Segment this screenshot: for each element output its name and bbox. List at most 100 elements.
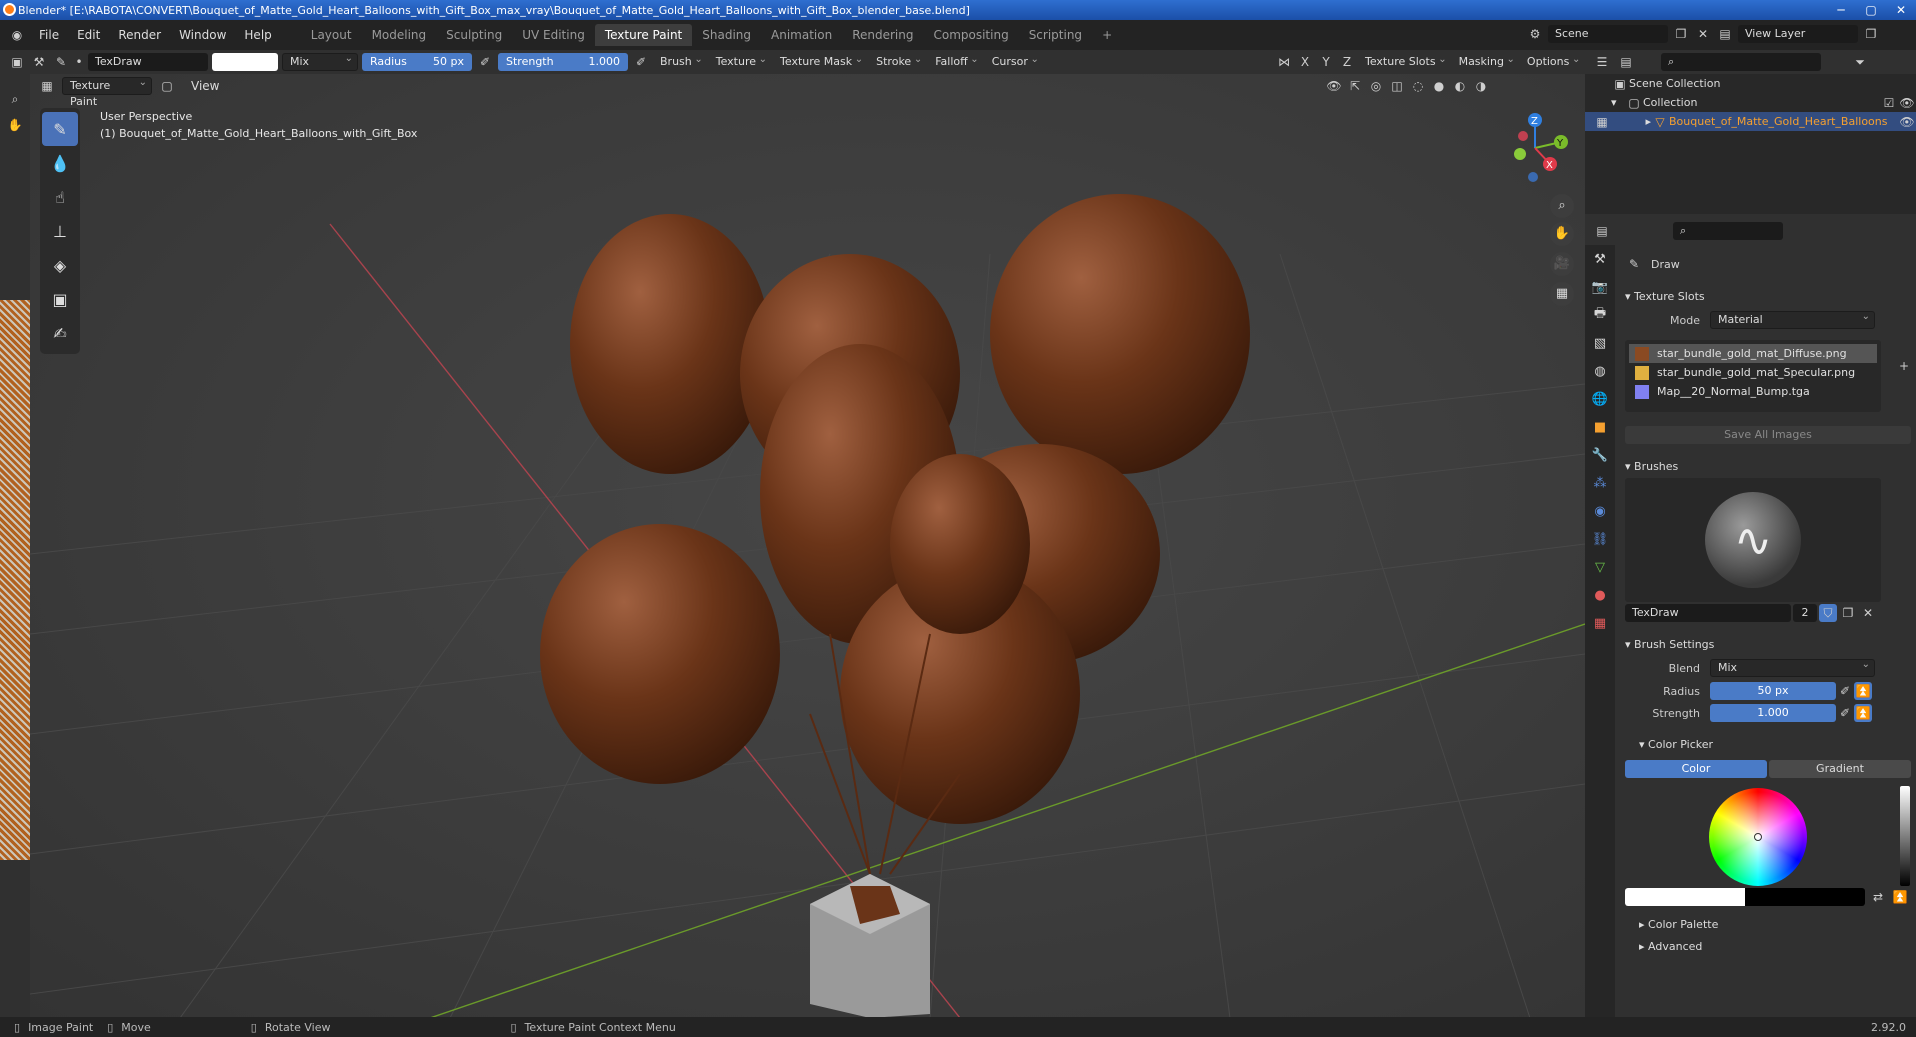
tab-material[interactable]: ● [1585,581,1615,609]
shading-wireframe-icon[interactable]: ◌ [1409,77,1427,95]
brush-name-field[interactable]: TexDraw [88,53,208,71]
texture-menu[interactable]: Texture [710,51,770,71]
radius-unit-icon[interactable]: ⏫ [1854,682,1872,700]
symmetry-x-toggle[interactable]: X [1296,53,1314,71]
view-layer-copy-icon[interactable]: ❐ [1862,25,1880,43]
add-workspace-button[interactable]: + [1092,24,1122,46]
tab-rendering[interactable]: Rendering [842,24,923,46]
masking-menu[interactable]: Masking [1453,51,1518,71]
properties-search-input[interactable]: ⌕ [1673,222,1783,240]
menu-help[interactable]: Help [235,20,280,50]
blender-menu-icon[interactable]: ◉ [8,26,26,44]
collapse-arrow-icon[interactable]: ▾ [1611,93,1625,112]
tab-particles[interactable]: ⁂ [1585,469,1615,497]
collection-visibility-icon[interactable]: 👁 [1898,94,1916,112]
menu-window[interactable]: Window [170,20,235,50]
mask-tool-button[interactable]: ▣ [40,282,80,316]
outliner-search-input[interactable]: ⌕ [1661,53,1821,71]
texture-slots-menu[interactable]: Texture Slots [1359,51,1450,71]
view-menu[interactable]: View [182,76,228,96]
strength-pressure-icon[interactable]: ✐ [1836,704,1854,722]
stroke-menu[interactable]: Stroke [870,51,925,71]
view-layer-icon[interactable]: ▤ [1716,25,1734,43]
blend-dropdown[interactable]: Mix [1710,657,1875,677]
display-mode-icon[interactable]: ▤ [1617,53,1635,71]
filter-icon[interactable]: ⏷ [1851,53,1869,71]
pan-view-icon[interactable]: ✋ [1550,222,1574,246]
clone-tool-button[interactable]: ⊥ [40,214,80,248]
3d-viewport[interactable] [30,74,1585,1018]
tab-modeling[interactable]: Modeling [362,24,437,46]
unlink-brush-icon[interactable]: ✕ [1859,604,1877,622]
menu-file[interactable]: File [30,20,68,50]
maximize-button[interactable]: ▢ [1856,0,1886,20]
tab-output[interactable]: 🖶 [1585,301,1615,329]
strength-unit-icon[interactable]: ⏫ [1854,704,1872,722]
tab-physics[interactable]: ◉ [1585,497,1615,525]
texture-slots-panel-header[interactable]: ▾ Texture Slots [1625,286,1911,308]
ortho-toggle-icon[interactable]: ▦ [1550,282,1574,306]
texture-mask-menu[interactable]: Texture Mask [774,51,866,71]
close-button[interactable]: ✕ [1886,0,1916,20]
smear-tool-button[interactable]: ☝ [40,180,80,214]
radius-pressure-icon[interactable]: ✐ [1836,682,1854,700]
tab-animation[interactable]: Animation [761,24,842,46]
color-palette-panel-header[interactable]: ▸ Color Palette [1625,914,1911,936]
tab-object[interactable]: ■ [1585,413,1615,441]
tab-compositing[interactable]: Compositing [923,24,1018,46]
scene-copy-icon[interactable]: ❐ [1672,25,1690,43]
scene-remove-icon[interactable]: ✕ [1694,25,1712,43]
view-layer-field[interactable]: View Layer [1738,25,1858,43]
color-picker-panel-header[interactable]: ▾ Color Picker [1625,734,1911,756]
texture-slot-normal[interactable]: Map__20_Normal_Bump.tga [1629,382,1877,401]
brush-menu[interactable]: Brush [654,51,706,71]
swap-colors-icon[interactable]: ⇄ [1869,888,1887,906]
duplicate-brush-icon[interactable]: ❐ [1839,604,1857,622]
scene-icon[interactable]: ⚙ [1526,25,1544,43]
menu-render[interactable]: Render [109,20,170,50]
brushes-panel-header[interactable]: ▾ Brushes [1625,456,1911,478]
tab-scene[interactable]: ◍ [1585,357,1615,385]
shading-material-icon[interactable]: ◐ [1451,77,1469,95]
radius-slider[interactable]: 50 px [1710,682,1836,700]
tab-modifiers[interactable]: 🔧 [1585,441,1615,469]
annotate-tool-button[interactable]: ✍ [40,316,80,350]
cursor-menu[interactable]: Cursor [986,51,1042,71]
strength-slider[interactable]: 1.000 [1710,704,1836,722]
strength-pressure-icon[interactable]: ✐ [632,53,650,71]
expand-arrow-icon[interactable]: ▸ [1611,112,1651,131]
properties-editor-icon[interactable]: ▤ [1593,222,1611,240]
symmetry-y-toggle[interactable]: Y [1317,53,1335,71]
tab-texture[interactable]: ▦ [1585,609,1615,637]
overlay-toggle-icon[interactable]: ◎ [1367,77,1385,95]
collection-checkbox[interactable]: ☑ [1880,94,1898,112]
options-menu[interactable]: Options [1521,51,1583,71]
outliner-row-collection[interactable]: ▾ ▢ Collection ☑ 👁 [1585,93,1916,112]
mode-dropdown[interactable]: Texture Paint [62,75,152,108]
tab-scripting[interactable]: Scripting [1019,24,1092,46]
tab-view-layer[interactable]: ▧ [1585,329,1615,357]
brush-icon[interactable]: ✎ [52,53,70,71]
shading-solid-icon[interactable]: ● [1430,77,1448,95]
tab-tool[interactable]: ⚒ [1585,245,1615,273]
fill-tool-button[interactable]: ◈ [40,248,80,282]
tool-settings-icon[interactable]: ⚒ [30,53,48,71]
axis-gizmo[interactable]: Z Y X [1495,108,1575,188]
tab-sculpting[interactable]: Sculpting [436,24,512,46]
xray-toggle-icon[interactable]: ◫ [1388,77,1406,95]
object-visibility-icon[interactable]: 👁 [1898,113,1916,131]
zoom-icon[interactable]: ⌕ [6,90,24,108]
visibility-icon[interactable]: 👁 [1325,77,1343,95]
brush-color-swatch[interactable] [212,53,278,71]
radius-pressure-icon[interactable]: ✐ [476,53,494,71]
tab-shading[interactable]: Shading [692,24,761,46]
value-slider[interactable] [1900,786,1910,886]
texture-slot-specular[interactable]: star_bundle_gold_mat_Specular.png [1629,363,1877,382]
save-all-images-button[interactable]: Save All Images [1625,426,1911,444]
mode-dropdown[interactable]: Material [1710,309,1875,329]
brush-preview[interactable]: ∿ [1625,478,1881,602]
fake-user-icon[interactable]: ⛉ [1819,604,1837,622]
scene-field[interactable]: Scene [1548,25,1668,43]
menu-edit[interactable]: Edit [68,20,109,50]
outliner-row-object[interactable]: ▦ ▸ ▽ Bouquet_of_Matte_Gold_Heart_Balloo… [1585,112,1916,131]
